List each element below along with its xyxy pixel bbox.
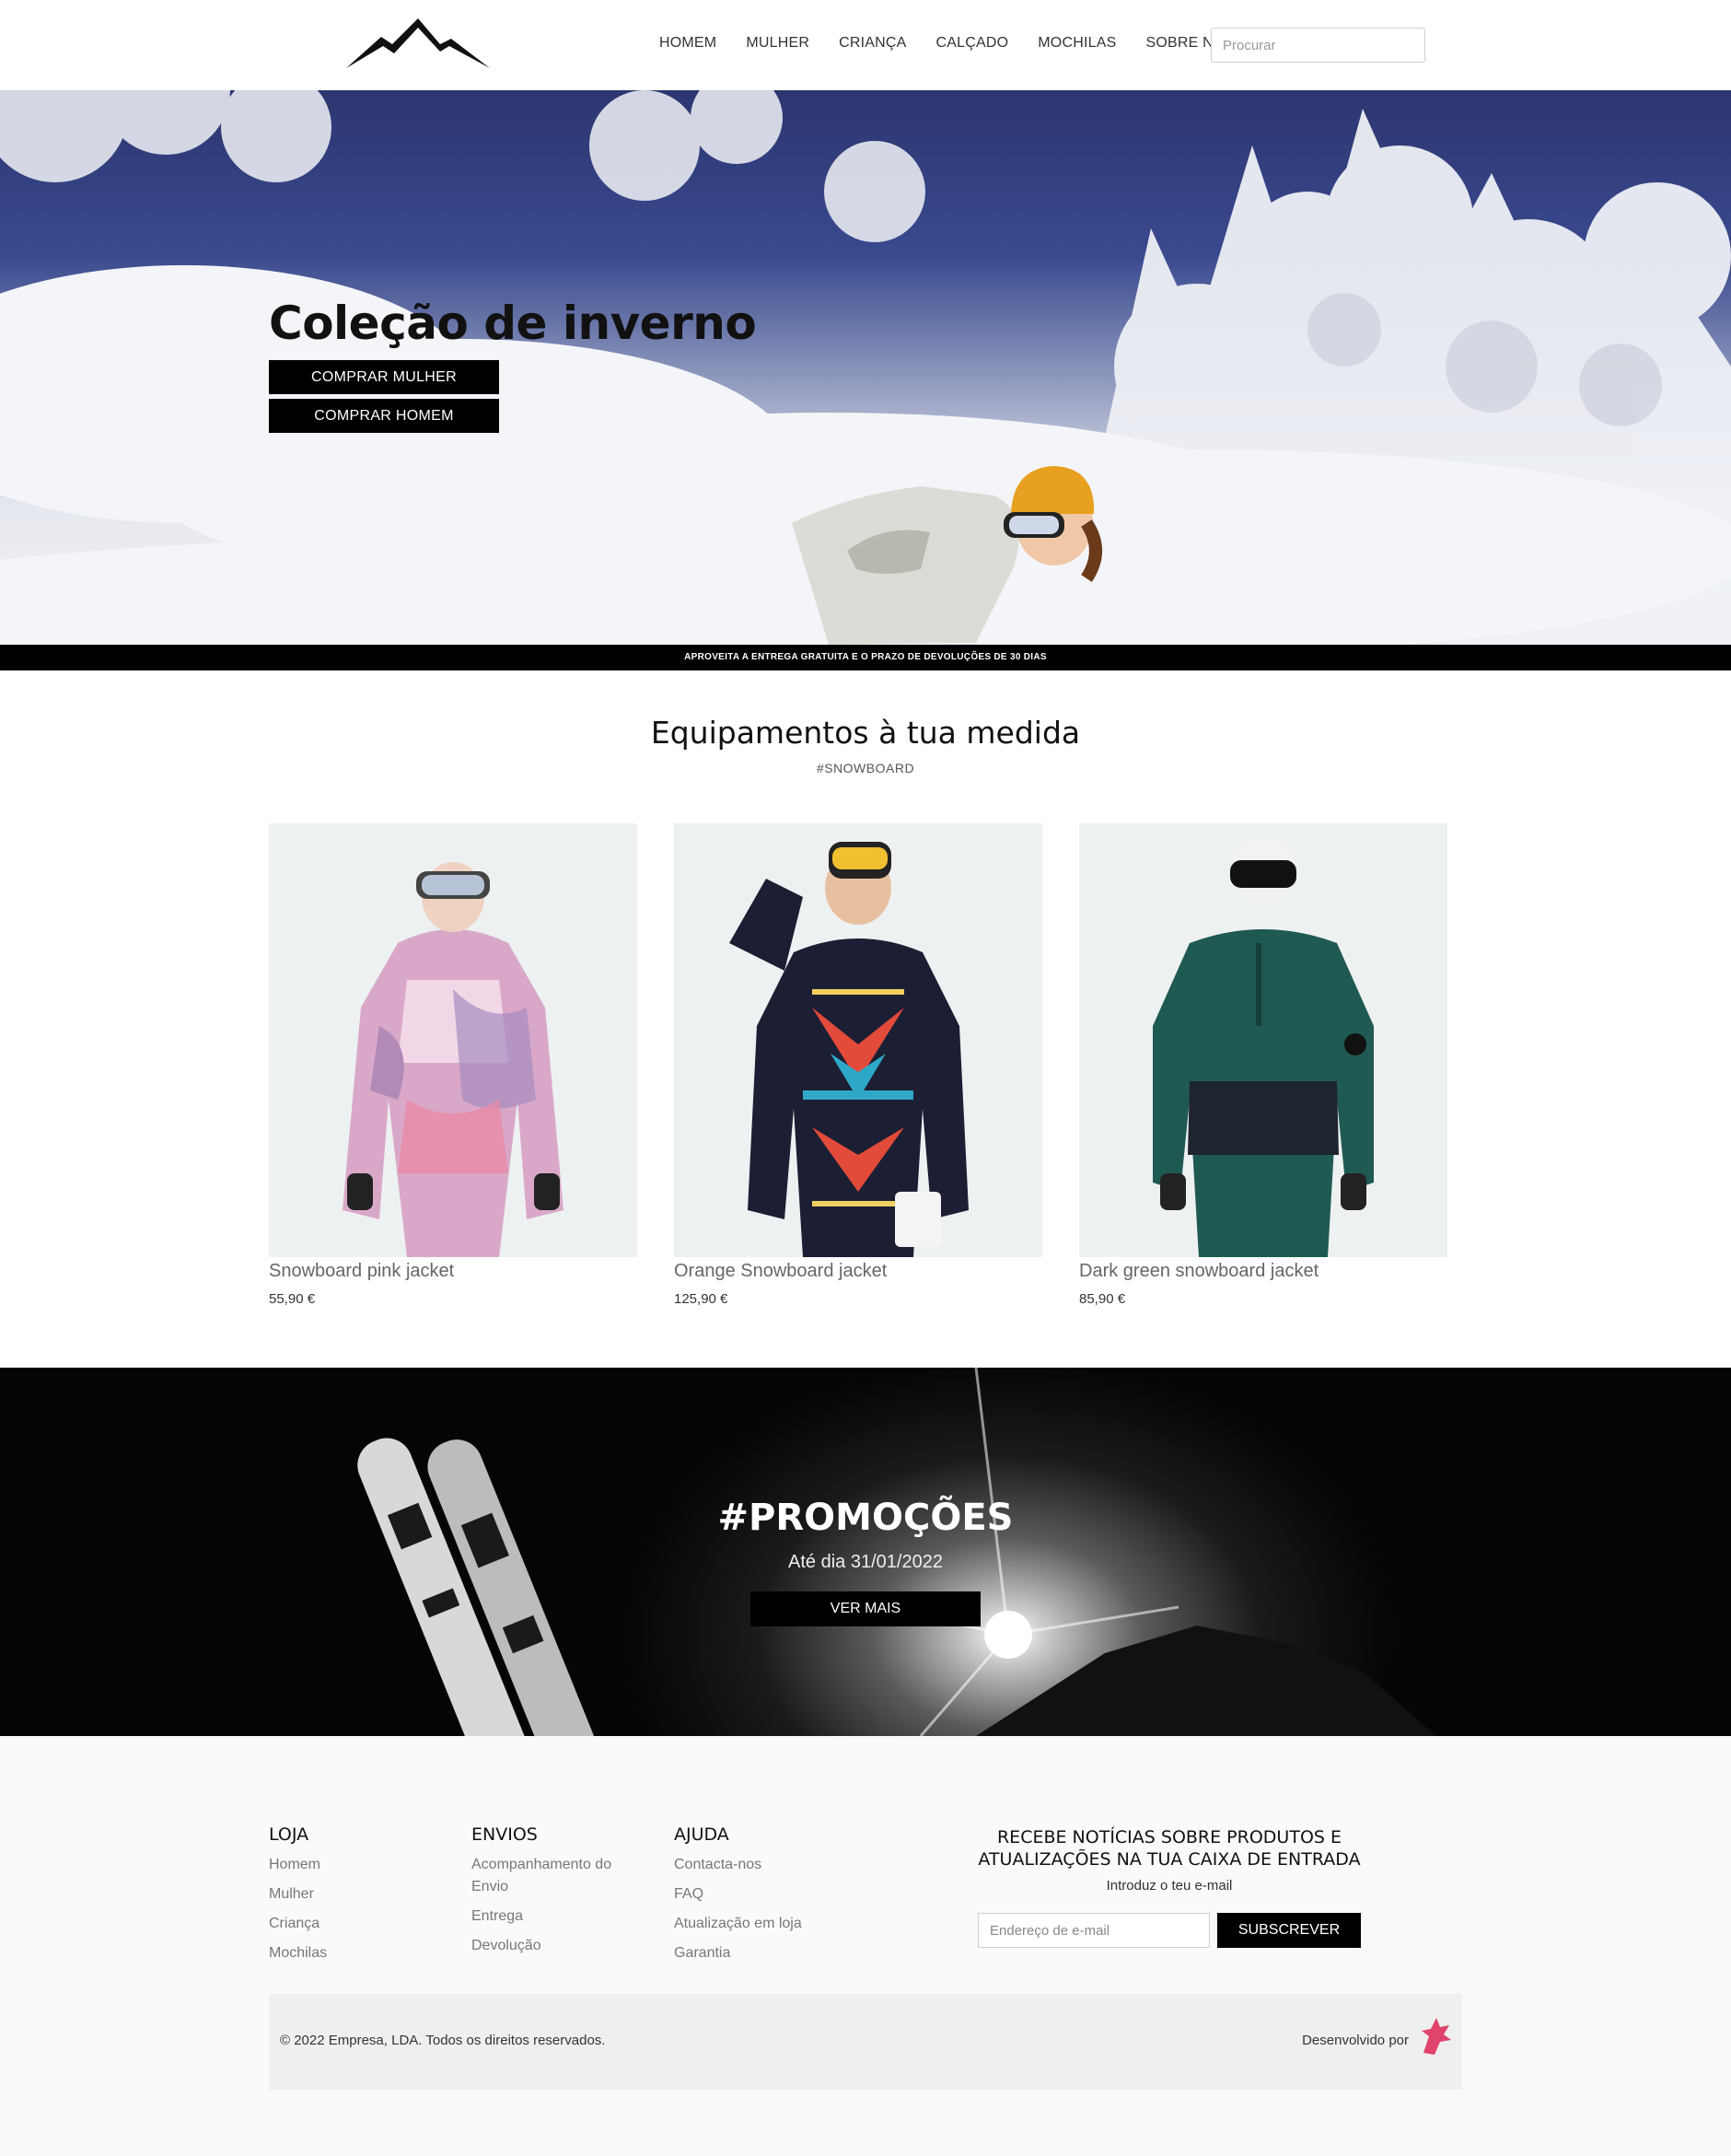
footer-link-warranty[interactable]: Garantia — [674, 1942, 858, 1964]
nav-calcado[interactable]: CALÇADO — [936, 35, 1009, 52]
footer-link-mulher[interactable]: Mulher — [269, 1883, 435, 1905]
snowboarder-hero-image — [0, 90, 1731, 645]
promo-banner: #PROMOÇÕES Até dia 31/01/2022 VER MAIS — [0, 1368, 1731, 1736]
footer-heading: ENVIOS — [471, 1824, 538, 1845]
product-card[interactable]: Snowboard pink jacket 55,90 € — [269, 823, 637, 1307]
product-image-orange-jacket[interactable] — [674, 823, 1042, 1257]
footer-link-faq[interactable]: FAQ — [674, 1883, 858, 1905]
promo-title: #PROMOÇÕES — [717, 1497, 1014, 1539]
footer-link-contact[interactable]: Contacta-nos — [674, 1854, 858, 1876]
product-card[interactable]: Orange Snowboard jacket 125,90 € — [674, 823, 1042, 1307]
search-input[interactable] — [1211, 28, 1425, 63]
product-image-pink-jacket[interactable] — [269, 823, 637, 1257]
newsletter-title: RECEBE NOTÍCIAS SOBRE PRODUTOS E ATUALIZ… — [978, 1827, 1361, 1870]
product-name[interactable]: Dark green snowboard jacket — [1079, 1261, 1447, 1282]
product-price: 125,90 € — [674, 1291, 728, 1307]
section-tag: #SNOWBOARD — [816, 761, 915, 775]
product-image-green-jacket[interactable] — [1079, 823, 1447, 1257]
footer-heading: LOJA — [269, 1824, 309, 1845]
see-more-button[interactable]: VER MAIS — [750, 1591, 981, 1626]
nav-mochilas[interactable]: MOCHILAS — [1038, 35, 1116, 52]
footer-column-loja: LOJA Homem Mulher Criança Mochilas — [269, 1824, 435, 1972]
promo-date: Até dia 31/01/2022 — [788, 1552, 943, 1572]
footer-link-tracking[interactable]: Acompanhamento do Envio — [471, 1854, 637, 1898]
footer-link-store-update[interactable]: Atualização em loja — [674, 1913, 858, 1935]
footer-bottom-bar: © 2022 Empresa, LDA. Todos os direitos r… — [269, 1994, 1462, 2090]
product-price: 55,90 € — [269, 1291, 316, 1307]
footer-column-ajuda: AJUDA Contacta-nos FAQ Atualização em lo… — [674, 1824, 858, 1972]
nav-crianca[interactable]: CRIANÇA — [839, 35, 906, 52]
developed-by-text: Desenvolvido por — [1302, 2033, 1409, 2048]
footer-link-returns[interactable]: Devolução — [471, 1935, 637, 1957]
products-section: Equipamentos à tua medida #SNOWBOARD Sno… — [0, 670, 1731, 1368]
site-header: HOMEM MULHER CRIANÇA CALÇADO MOCHILAS SO… — [0, 0, 1731, 90]
email-field[interactable] — [978, 1913, 1210, 1948]
hero-banner: Coleção de inverno COMPRAR MULHER COMPRA… — [0, 90, 1731, 645]
product-name[interactable]: Orange Snowboard jacket — [674, 1261, 1042, 1282]
developer-logo-icon[interactable] — [1416, 2016, 1453, 2057]
shipping-banner: APROVEITA A ENTREGA GRATUITA E O PRAZO D… — [0, 645, 1731, 670]
footer-link-crianca[interactable]: Criança — [269, 1913, 435, 1935]
newsletter-subtitle: Introduz o teu e-mail — [1106, 1878, 1233, 1894]
subscribe-button[interactable]: SUBSCREVER — [1217, 1913, 1361, 1948]
mountain-logo-icon[interactable] — [344, 17, 492, 72]
product-price: 85,90 € — [1079, 1291, 1126, 1307]
footer-link-delivery[interactable]: Entrega — [471, 1905, 637, 1928]
footer-heading: AJUDA — [674, 1824, 729, 1845]
footer-link-homem[interactable]: Homem — [269, 1854, 435, 1876]
section-title: Equipamentos à tua medida — [650, 715, 1081, 751]
product-name[interactable]: Snowboard pink jacket — [269, 1261, 637, 1282]
copyright-text: © 2022 Empresa, LDA. Todos os direitos r… — [280, 2033, 606, 2048]
nav-mulher[interactable]: MULHER — [746, 35, 809, 52]
footer-link-mochilas[interactable]: Mochilas — [269, 1942, 435, 1964]
hero-title: Coleção de inverno — [269, 297, 757, 350]
nav-homem[interactable]: HOMEM — [659, 35, 716, 52]
shop-men-button[interactable]: COMPRAR HOMEM — [269, 399, 499, 433]
site-footer: LOJA Homem Mulher Criança Mochilas ENVIO… — [0, 1736, 1731, 2156]
footer-column-envios: ENVIOS Acompanhamento do Envio Entrega D… — [471, 1824, 637, 1964]
product-card[interactable]: Dark green snowboard jacket 85,90 € — [1079, 823, 1447, 1307]
newsletter-block: RECEBE NOTÍCIAS SOBRE PRODUTOS E ATUALIZ… — [976, 1826, 1363, 1894]
shop-women-button[interactable]: COMPRAR MULHER — [269, 360, 499, 394]
main-nav: HOMEM MULHER CRIANÇA CALÇADO MOCHILAS SO… — [659, 35, 1264, 52]
